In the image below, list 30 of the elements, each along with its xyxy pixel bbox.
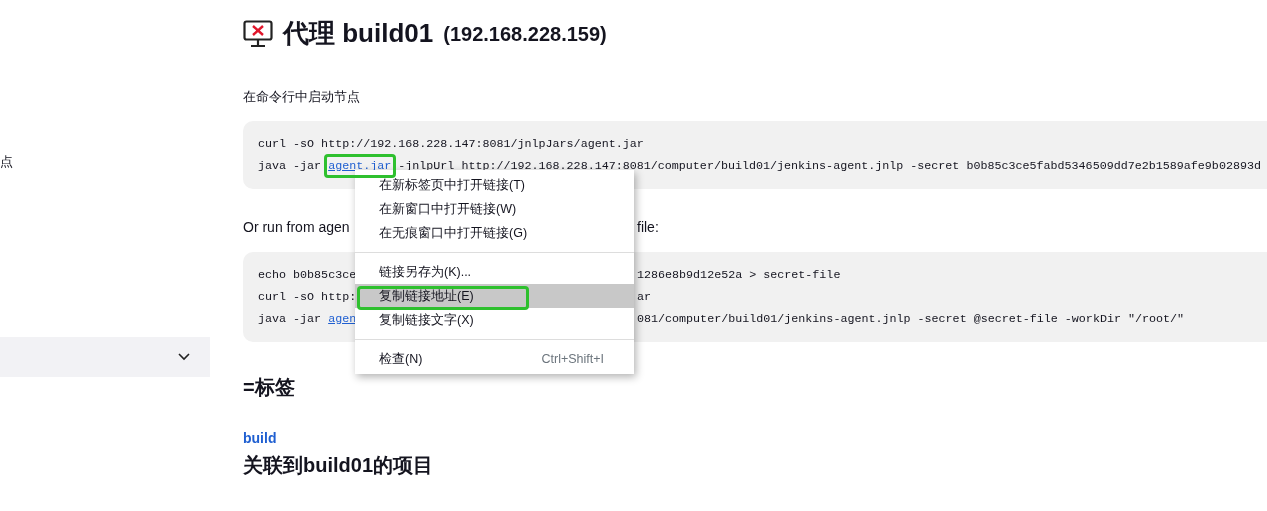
code-text: 081/computer/build01/jenkins-agent.jnlp -secret @secret-file -workDir "/root/": [637, 311, 1185, 326]
code-text: java -jar: [258, 158, 323, 173]
label-link[interactable]: build: [243, 427, 277, 449]
code-text: 1286e8b9d12e52a > secret-file: [637, 267, 841, 282]
page-title: 代理 build01: [283, 17, 434, 50]
code-text: curl -sO http:: [258, 289, 357, 304]
code-link[interactable]: agent.jar: [328, 158, 392, 173]
code-text: -jnlpUrl http://192.168.228.147:8081/computer/build01/jenkins-agent.jnlp -secret b0b85c3ce5fabd5346509dd7e2b1589afe9b02893d: [397, 158, 1261, 173]
section-heading: 关联到build01的项目: [243, 452, 434, 478]
section-heading: =标签: [243, 374, 296, 400]
code-text: echo b0b85c3ce: [258, 267, 357, 282]
menu-item[interactable]: 在新标签页中打开链接(T): [355, 173, 634, 197]
code-text: curl -sO http://192.168.228.147:8081/jnlpJars/agent.jar: [258, 136, 644, 151]
instruction-text: file:: [637, 217, 659, 237]
instruction-text: Or run from agen: [243, 217, 350, 237]
code-text: ar: [637, 289, 652, 304]
shortcut-text: Ctrl+Shift+I: [541, 350, 604, 368]
menu-item[interactable]: 链接另存为(K)...: [355, 260, 634, 284]
code-text: java -jar: [258, 311, 323, 326]
menu-item[interactable]: 在无痕窗口中打开链接(G): [355, 221, 634, 245]
sidebar-section[interactable]: [0, 337, 210, 377]
sidebar-item[interactable]: 点: [0, 152, 210, 172]
menu-item[interactable]: 检查(N) Ctrl+Shift+I: [355, 347, 634, 371]
menu-item[interactable]: 在新窗口中打开链接(W): [355, 197, 634, 221]
offline-computer-icon: [243, 19, 273, 48]
instruction-text: 在命令行中启动节点: [243, 88, 361, 106]
chevron-icon: [178, 353, 190, 361]
code-link[interactable]: agen: [328, 311, 357, 326]
agent-address: (192.168.228.159): [443, 21, 607, 47]
menu-item[interactable]: 复制链接文字(X): [355, 308, 634, 332]
